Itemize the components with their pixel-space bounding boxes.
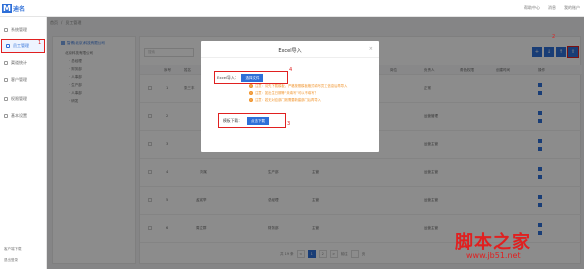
note-item: ! 注意：如出生日期等“未填写”可以不填写？ [249, 91, 369, 96]
divider [201, 57, 379, 58]
sidebar: 系统管理 员工管理 渠道统计 客户管理 权限管理 基本设置 客户端下载 退出登录 [0, 17, 47, 269]
watermark-url: www.jb51.net [466, 251, 521, 260]
staff-icon [6, 44, 10, 48]
annotation-number: 2 [552, 34, 556, 40]
logo-mark: M [2, 3, 12, 13]
sidebar-item-label: 系统管理 [11, 27, 27, 32]
choose-file-button[interactable]: 选择文件 [241, 73, 264, 82]
customers-icon [4, 78, 8, 82]
excel-import-dialog: Excel导入 × Excel导入： 选择文件 4 ! 注意：请先下载模板，严格按… [201, 41, 379, 152]
excel-import-label: Excel导入： [217, 74, 239, 80]
sidebar-bottom: 客户端下载 退出登录 [0, 247, 47, 263]
warning-icon: ! [249, 91, 253, 96]
sidebar-item-permissions[interactable]: 权限管理 [0, 92, 47, 106]
messages-link[interactable]: 消息 [548, 5, 556, 11]
template-download-row: 模板下载： 点击下载 [218, 113, 286, 128]
annotation-number: 3 [287, 121, 291, 127]
dialog-title: Excel导入 [278, 48, 302, 54]
logo[interactable]: M 迪名 [2, 2, 32, 14]
note-text: 注意：如出生日期等“未填写”可以不填写？ [255, 91, 318, 96]
logo-text: 迪名 [13, 5, 26, 13]
gear-icon [4, 114, 8, 118]
chart-icon [4, 61, 8, 65]
sidebar-item-label: 权限管理 [11, 96, 27, 101]
app: M 迪名 帮助中心 消息 我的账户 系统管理 员工管理 渠道统计 客户管理 权限… [0, 0, 584, 269]
excel-import-row: Excel导入： 选择文件 [214, 71, 288, 84]
settings-icon [4, 28, 8, 32]
import-notes: ! 注意：请先下载模板，严格按照模板格式填写员工信息后再导入 ! 注意：如出生日期等… [249, 84, 369, 103]
template-download-label: 模板下载： [223, 117, 242, 123]
note-item: ! 注意：请先下载模板，严格按照模板格式填写员工信息后再导入 [249, 84, 369, 88]
sidebar-item-label: 渠道统计 [11, 60, 27, 65]
sidebar-item-system[interactable]: 系统管理 [0, 23, 47, 37]
top-links: 帮助中心 消息 我的账户 [524, 5, 580, 11]
sidebar-item-label: 基本设置 [11, 113, 27, 118]
download-template-button[interactable]: 点击下载 [246, 116, 269, 125]
note-text: 注意：请先下载模板，严格按照模板格式填写员工信息后再导入 [255, 84, 348, 88]
account-link[interactable]: 我的账户 [564, 5, 580, 11]
note-item: ! 注意：若无对应部门则需要新建部门后再导入 [249, 98, 369, 103]
sidebar-item-stats[interactable]: 渠道统计 [0, 56, 47, 70]
note-text: 注意：若无对应部门则需要新建部门后再导入 [255, 98, 321, 103]
warning-icon: ! [249, 84, 253, 88]
close-icon[interactable]: × [369, 46, 373, 52]
sidebar-item-label: 客户管理 [11, 77, 27, 82]
top-bar: M 迪名 帮助中心 消息 我的账户 [0, 0, 584, 17]
annotation-number: 1 [38, 40, 42, 46]
warning-icon: ! [249, 98, 253, 103]
help-link[interactable]: 帮助中心 [524, 5, 540, 11]
client-download-link[interactable]: 客户端下载 [4, 247, 47, 252]
lock-icon [4, 97, 8, 101]
sidebar-item-label: 员工管理 [13, 43, 29, 48]
sidebar-item-customers[interactable]: 客户管理 [0, 73, 47, 87]
logout-link[interactable]: 退出登录 [4, 258, 47, 263]
sidebar-item-basic-settings[interactable]: 基本设置 [0, 109, 47, 123]
annotation-number: 4 [289, 67, 293, 73]
